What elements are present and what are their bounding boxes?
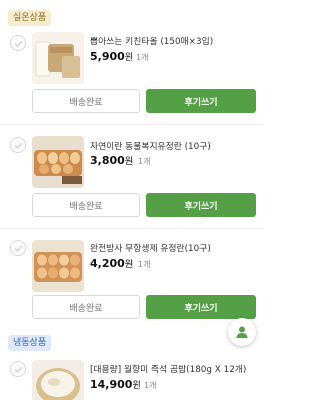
item-quantity: 1개 xyxy=(131,157,151,166)
price-unit: 원 xyxy=(124,53,134,63)
price-value: 5,900 xyxy=(90,50,125,63)
select-checkbox[interactable] xyxy=(10,240,26,256)
frozen-section-badge: 냉동상품 xyxy=(8,335,52,351)
item-price: 14,900원 xyxy=(90,378,141,391)
person-icon xyxy=(236,326,248,338)
kitchen-towel-image[interactable] xyxy=(32,32,84,84)
item-quantity: 1개 xyxy=(131,260,151,269)
select-checkbox[interactable] xyxy=(10,35,26,51)
eggs-tray-image[interactable] xyxy=(32,136,84,188)
price-value: 4,200 xyxy=(90,257,125,270)
write-review-button[interactable]: 후기쓰기 xyxy=(146,295,256,319)
check-icon xyxy=(14,40,23,47)
price-value: 3,800 xyxy=(90,154,125,167)
delivered-button[interactable]: 배송완료 xyxy=(32,193,140,217)
room-temp-section-badge: 실온상품 xyxy=(8,10,52,26)
write-review-button[interactable]: 후기쓰기 xyxy=(146,193,256,217)
item-title[interactable]: 뽑아쓰는 키친타올 (150매×3입) xyxy=(90,34,258,47)
price-unit: 원 xyxy=(132,381,141,391)
item-price: 3,800원 xyxy=(90,154,133,167)
item-divider xyxy=(0,124,264,125)
floating-profile-button[interactable] xyxy=(228,318,256,346)
delivered-button[interactable]: 배송완료 xyxy=(32,295,140,319)
delivered-button[interactable]: 배송완료 xyxy=(32,89,140,113)
select-checkbox[interactable] xyxy=(10,137,26,153)
eggs-tray-image[interactable] xyxy=(32,240,84,292)
price-value: 14,900 xyxy=(90,378,133,391)
item-price: 5,900원 xyxy=(90,50,133,63)
item-quantity: 1개 xyxy=(129,53,149,62)
item-quantity: 1개 xyxy=(137,381,157,390)
item-title[interactable]: 완전방사 무항생제 유정란(10구) xyxy=(90,241,258,254)
item-divider xyxy=(0,228,264,229)
select-checkbox[interactable] xyxy=(10,361,26,377)
item-price: 4,200원 xyxy=(90,257,133,270)
rice-bowl-image[interactable] xyxy=(32,360,84,400)
check-icon xyxy=(14,245,23,252)
check-icon xyxy=(14,142,23,149)
check-icon xyxy=(14,366,23,373)
item-title[interactable]: 자연이란 동물복지유정란 (10구) xyxy=(90,139,258,152)
item-title[interactable]: [대용량] 월향미 즉석 곰밥(180g X 12개) xyxy=(90,362,258,375)
write-review-button[interactable]: 후기쓰기 xyxy=(146,89,256,113)
